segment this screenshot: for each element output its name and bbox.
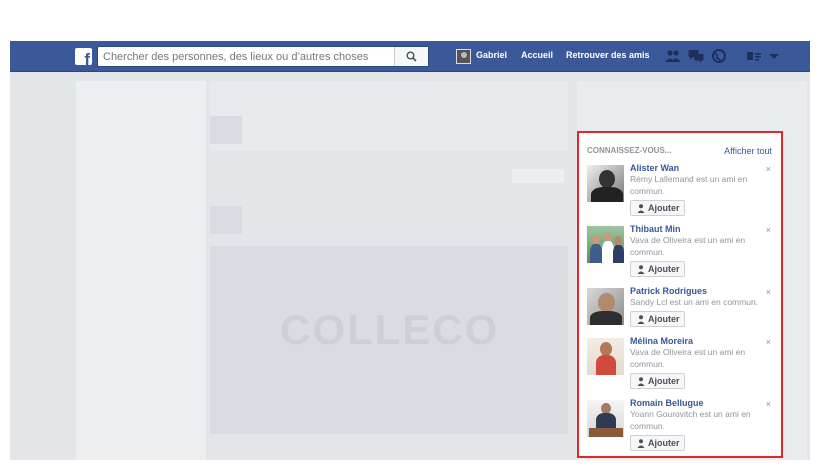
add-friend-icon bbox=[637, 439, 645, 448]
panel-title: CONNAISSEZ-VOUS... bbox=[587, 146, 672, 155]
top-navigation-bar: f Gabriel Accueil Retrouver des amis bbox=[10, 41, 810, 72]
suggestion-item: Romain Bellugue Yoann Gourovitch est un … bbox=[579, 398, 781, 458]
close-icon[interactable]: × bbox=[766, 225, 771, 235]
add-friend-label: Ajouter bbox=[648, 264, 680, 274]
profile-photo[interactable] bbox=[587, 338, 624, 375]
add-friend-icon bbox=[637, 315, 645, 324]
settings-icon[interactable] bbox=[746, 49, 762, 63]
search-icon bbox=[406, 51, 417, 62]
dropdown-caret-icon[interactable] bbox=[766, 49, 782, 63]
person-name[interactable]: Patrick Rodrigues bbox=[630, 286, 707, 296]
messages-icon[interactable] bbox=[688, 49, 704, 63]
close-icon[interactable]: × bbox=[766, 399, 771, 409]
mutual-friend-text: Sandy Lcl est un ami en commun. bbox=[630, 297, 759, 307]
search-button[interactable] bbox=[394, 47, 428, 66]
post-thumbnail-placeholder bbox=[210, 116, 242, 144]
mutual-friend-text: Vava de Oliveira est un ami en commun. bbox=[630, 235, 746, 257]
add-friend-icon bbox=[637, 204, 645, 213]
background-watermark: COLLECO bbox=[280, 306, 500, 353]
search-input[interactable] bbox=[98, 47, 394, 66]
add-friend-button[interactable]: Ajouter bbox=[630, 373, 685, 389]
suggestion-item: Alister Wan Rémy Lallemand est un ami en… bbox=[579, 163, 781, 223]
right-button-placeholder bbox=[512, 169, 564, 183]
cover-area-placeholder bbox=[210, 81, 568, 151]
profile-photo[interactable] bbox=[587, 288, 624, 325]
search-bar bbox=[97, 46, 429, 67]
add-friend-button[interactable]: Ajouter bbox=[630, 261, 685, 277]
add-friend-icon bbox=[637, 377, 645, 386]
add-friend-button[interactable]: Ajouter bbox=[630, 311, 685, 327]
mutual-friend-text: Vava de Oliveira est un ami en commun. bbox=[630, 347, 746, 369]
person-name[interactable]: Thibaut Min bbox=[630, 224, 681, 234]
facebook-logo-icon[interactable]: f bbox=[75, 48, 92, 65]
add-friend-label: Ajouter bbox=[648, 314, 680, 324]
add-friend-label: Ajouter bbox=[648, 203, 680, 213]
person-name[interactable]: Alister Wan bbox=[630, 163, 679, 173]
user-avatar[interactable] bbox=[456, 49, 471, 64]
add-friend-button[interactable]: Ajouter bbox=[630, 435, 685, 451]
home-link[interactable]: Accueil bbox=[521, 50, 553, 60]
profile-link[interactable]: Gabriel bbox=[476, 50, 507, 60]
profile-photo[interactable] bbox=[587, 165, 624, 202]
close-icon[interactable]: × bbox=[766, 337, 771, 347]
see-all-link[interactable]: Afficher tout bbox=[724, 146, 772, 156]
notifications-globe-icon[interactable] bbox=[711, 49, 727, 63]
add-friend-label: Ajouter bbox=[648, 438, 680, 448]
left-column-placeholder bbox=[76, 81, 206, 460]
person-name[interactable]: Mélina Moreira bbox=[630, 336, 693, 346]
people-you-may-know-panel: CONNAISSEZ-VOUS... Afficher tout Alister… bbox=[577, 131, 783, 458]
close-icon[interactable]: × bbox=[766, 164, 771, 174]
profile-photo[interactable] bbox=[587, 400, 624, 437]
add-friend-icon bbox=[637, 265, 645, 274]
add-friend-button[interactable]: Ajouter bbox=[630, 200, 685, 216]
suggestion-item: Mélina Moreira Vava de Oliveira est un a… bbox=[579, 336, 781, 396]
person-name[interactable]: Romain Bellugue bbox=[630, 398, 704, 408]
profile-photo[interactable] bbox=[587, 226, 624, 263]
find-friends-link[interactable]: Retrouver des amis bbox=[566, 50, 650, 60]
suggestion-item: Thibaut Min Vava de Oliveira est un ami … bbox=[579, 224, 781, 284]
add-friend-label: Ajouter bbox=[648, 376, 680, 386]
close-icon[interactable]: × bbox=[766, 287, 771, 297]
friend-requests-icon[interactable] bbox=[665, 49, 681, 63]
mutual-friend-text: Yoann Gourovitch est un ami en commun. bbox=[630, 409, 751, 431]
post-avatar-placeholder bbox=[210, 206, 242, 234]
mutual-friend-text: Rémy Lallemand est un ami en commun. bbox=[630, 174, 748, 196]
